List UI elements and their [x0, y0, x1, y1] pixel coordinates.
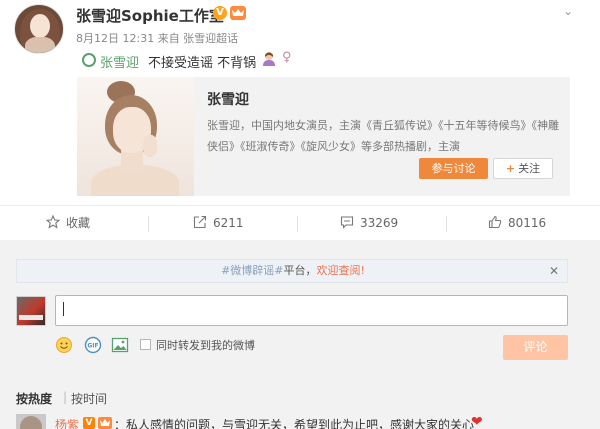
- plus-icon: +: [505, 162, 516, 175]
- repost-icon: [193, 208, 207, 229]
- account-name[interactable]: 张雪迎Sophie工作室: [76, 5, 224, 26]
- follow-button[interactable]: + 关注: [493, 158, 553, 179]
- sort-by-hot-tab[interactable]: 按热度: [16, 390, 52, 407]
- chevron-down-icon[interactable]: ⌄: [563, 4, 573, 18]
- card-photo: [77, 77, 194, 196]
- close-icon[interactable]: ✕: [549, 264, 559, 278]
- sort-by-time-tab[interactable]: 按时间: [71, 390, 107, 407]
- comment-count: 33269: [360, 216, 399, 230]
- notice-link[interactable]: 欢迎查阅!: [317, 264, 365, 277]
- divider: [446, 216, 447, 232]
- emoji-person-icon: [262, 51, 276, 66]
- svg-text:GIF: GIF: [87, 343, 98, 350]
- comment-icon: [340, 208, 354, 229]
- notice-body: 平台，: [283, 264, 317, 277]
- repost-checkbox-label[interactable]: 同时转发到我的微博: [156, 337, 255, 353]
- image-icon[interactable]: [111, 336, 129, 354]
- favorite-label: 收藏: [66, 216, 91, 230]
- account-avatar[interactable]: [14, 4, 64, 54]
- notice-hashtag[interactable]: #微博辟谣#: [221, 264, 283, 277]
- vip-badge-icon: [230, 6, 246, 20]
- repost-checkbox[interactable]: [140, 339, 151, 350]
- comment-button[interactable]: 33269: [340, 206, 398, 241]
- reply-text: ：私人感情的问题，与雪迎无关，希望到此为止吧，感谢大家的关心: [114, 418, 475, 429]
- reply-author-name[interactable]: 杨紫: [55, 416, 79, 429]
- verified-icon: V: [213, 6, 227, 20]
- post-meta: 8月12日 12:31 来自 张雪迎超话: [76, 32, 239, 45]
- supertopic-icon: [82, 53, 96, 67]
- female-symbol-icon: ♀: [282, 50, 292, 65]
- star-icon: [45, 208, 61, 229]
- topic-card[interactable]: 张雪迎 张雪迎，中国内地女演员，主演《青丘狐传说》《十五年等待候鸟》《神雕侠侣》…: [77, 77, 570, 196]
- divider: [297, 216, 298, 232]
- card-description: 张雪迎，中国内地女演员，主演《青丘狐传说》《十五年等待候鸟》《神雕侠侣》《班淑传…: [207, 119, 559, 153]
- verified-icon: V: [83, 417, 95, 429]
- commenter-avatar: [16, 296, 46, 326]
- heart-icon: ❤: [471, 414, 483, 429]
- sort-separator: |: [63, 390, 68, 404]
- gif-icon[interactable]: GIF: [84, 336, 102, 354]
- repost-button[interactable]: 6211: [193, 206, 244, 241]
- submit-comment-button[interactable]: 评论: [503, 335, 568, 360]
- reply-avatar[interactable]: [16, 414, 46, 429]
- vip-badge-icon: [98, 417, 112, 429]
- divider: [148, 216, 149, 232]
- card-title[interactable]: 张雪迎: [207, 89, 249, 109]
- comment-area: #微博辟谣#平台，欢迎查阅! ✕ GIF 同时转发到我的微博 评论 按热度 | …: [0, 240, 600, 429]
- thumbs-up-icon: [488, 208, 502, 229]
- like-count: 80116: [508, 216, 547, 230]
- action-bar: 收藏 6211 33269 80116: [0, 205, 600, 240]
- favorite-button[interactable]: 收藏: [45, 206, 91, 241]
- follow-label: 关注: [518, 162, 541, 175]
- like-button[interactable]: 80116: [488, 206, 546, 241]
- join-discussion-button[interactable]: 参与讨论: [419, 158, 488, 179]
- notice-text: #微博辟谣#平台，欢迎查阅!: [17, 260, 569, 282]
- post-text: 不接受造谣 不背锅: [148, 56, 257, 71]
- emoji-icon[interactable]: [55, 336, 73, 354]
- rumor-notice-bar: #微博辟谣#平台，欢迎查阅! ✕: [16, 259, 568, 283]
- mention-link[interactable]: 张雪迎: [100, 52, 139, 71]
- comment-input[interactable]: [55, 295, 568, 326]
- repost-count: 6211: [213, 216, 244, 230]
